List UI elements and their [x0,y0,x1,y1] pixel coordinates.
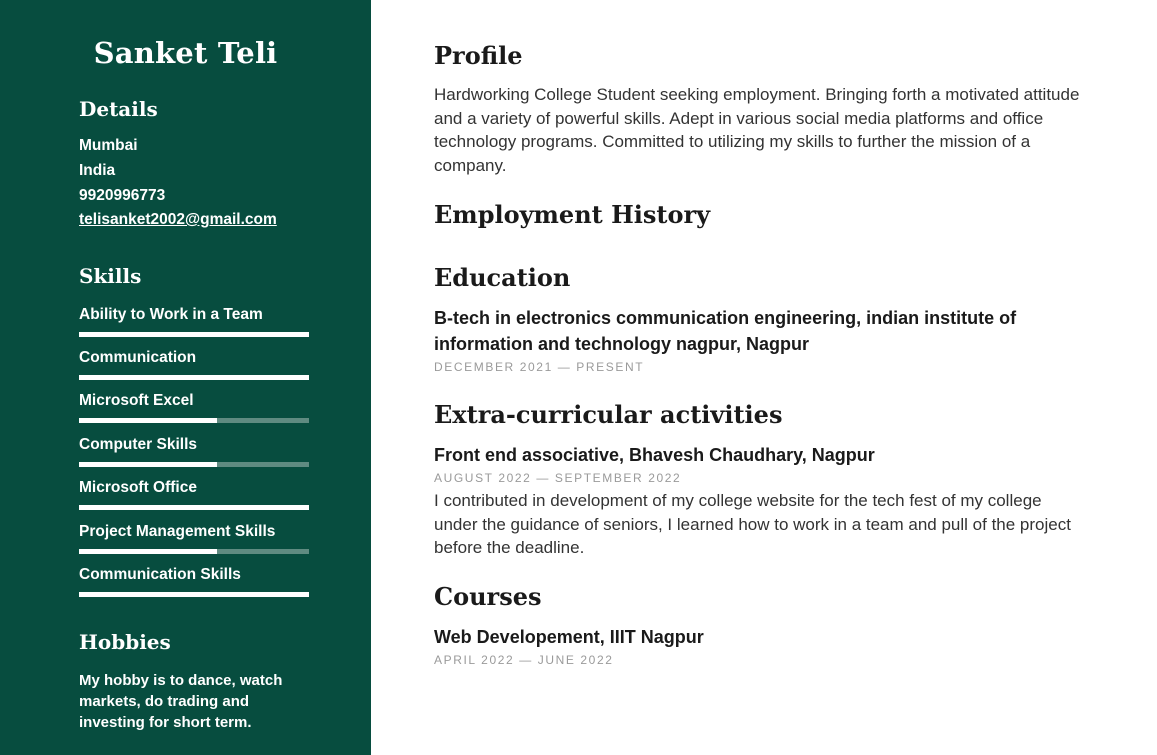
skill-item: Ability to Work in a Team [79,305,309,337]
extracurricular-date: August 2022 — September 2022 [434,471,682,485]
skill-item: Microsoft Office [79,478,309,510]
skill-item: Project Management Skills [79,522,309,554]
skill-level-fill [79,592,309,597]
extracurricular-text: I contributed in development of my colle… [434,491,1071,557]
extracurricular-title: Front end associative, Bhavesh Chaudhary… [434,445,875,465]
detail-phone: 9920996773 [79,187,166,204]
skills-heading: Skills [79,264,142,288]
skill-level-fill [79,418,217,423]
details-heading: Details [79,97,158,121]
employment-heading: Employment History [434,200,711,229]
skill-label: Ability to Work in a Team [79,306,263,323]
skill-level-bar [79,375,309,380]
course-date: April 2022 — June 2022 [434,653,614,667]
detail-country: India [79,162,116,179]
skill-label: Communication [79,349,197,366]
skill-level-fill [79,462,217,467]
skill-level-bar [79,592,309,597]
courses-heading: Courses [434,582,542,611]
hobbies-heading: Hobbies [79,630,171,654]
skill-label: Microsoft Office [79,479,197,496]
skill-level-fill [79,505,309,510]
skill-level-bar [79,462,309,467]
skill-item: Microsoft Excel [79,391,309,423]
skill-level-fill [79,375,309,380]
education-title: B-tech in electronics communication engi… [434,308,1017,354]
sidebar: Sanket Teli Details Mumbai India 9920996… [0,0,371,755]
extracurricular-heading: Extra-curricular activities [434,400,783,429]
skill-level-bar [79,549,309,554]
profile-heading: Profile [434,41,523,70]
skill-item: Communication [79,348,309,380]
email-link[interactable]: telisanket2002@gmail.com [79,210,277,230]
skill-level-bar [79,418,309,423]
education-heading: Education [434,263,571,292]
skill-level-bar [79,505,309,510]
education-date: December 2021 — Present [434,360,645,374]
hobbies-text: My hobby is to dance, watch markets, do … [79,672,283,731]
skill-label: Microsoft Excel [79,392,194,409]
skill-label: Computer Skills [79,436,197,453]
skill-level-fill [79,332,309,337]
skill-label: Communication Skills [79,566,241,583]
resume-name: Sanket Teli [93,36,278,70]
profile-text: Hardworking College Student seeking empl… [434,85,1080,175]
skill-label: Project Management Skills [79,523,276,540]
skill-item: Computer Skills [79,435,309,467]
course-title: Web Developement, IIIT Nagpur [434,627,704,647]
skill-level-bar [79,332,309,337]
skill-item: Communication Skills [79,565,309,597]
skill-level-fill [79,549,217,554]
detail-city: Mumbai [79,137,138,154]
